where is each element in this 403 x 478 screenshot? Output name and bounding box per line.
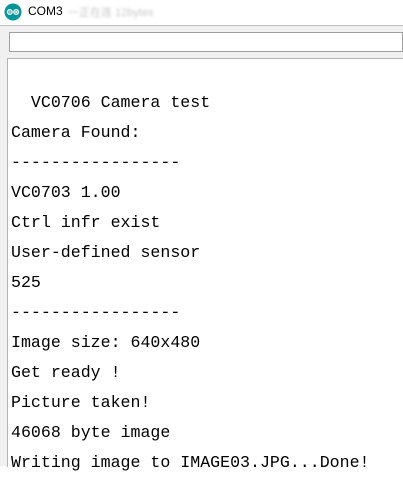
send-row [0,26,403,58]
output-line: VC0706 Camera test [11,93,211,112]
send-input[interactable] [9,32,403,52]
arduino-icon [4,3,22,21]
output-line: 525 [11,273,41,292]
output-line: Camera Found: [11,123,141,142]
serial-output[interactable]: VC0706 Camera test Camera Found: -------… [7,58,403,472]
window-title-ghost: 一正在连 12bytes [68,7,154,19]
output-line: VC0703 1.00 [11,183,121,202]
window-title: COM3 [28,4,63,18]
output-line: Get ready ! [11,363,121,382]
output-line: Picture taken! [11,393,151,412]
output-line: Writing image to IMAGE03.JPG...Done! [11,453,370,472]
output-line: Image size: 640x480 [11,333,201,352]
output-line: ----------------- [11,303,181,322]
output-line: ----------------- [11,153,181,172]
output-line: User-defined sensor [11,243,201,262]
serial-monitor-window: VC0706 Camera test Camera Found: -------… [0,25,403,472]
output-line: 46068 byte image [11,423,171,442]
output-line: Ctrl infr exist [11,213,161,232]
title-bar: COM3 一正在连 12bytes [0,0,403,25]
